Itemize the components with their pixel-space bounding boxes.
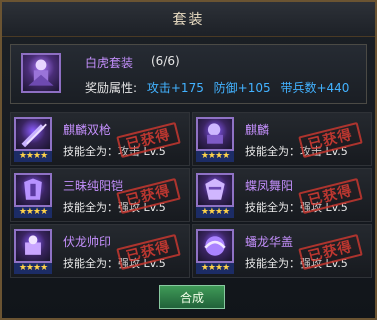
window-title: 套装 [2, 2, 375, 37]
armor-icon[interactable] [14, 173, 52, 207]
phoenix-armor-icon[interactable] [196, 173, 234, 207]
set-window: 套装 白虎套装 (6/6) 奖励属性: 攻击+175 防御+105 带兵数+44… [0, 0, 377, 320]
set-item-card[interactable]: ★★★★ 三昧纯阳铠 技能全为：强攻 Lv.5 已获得 [10, 168, 190, 222]
set-item-card[interactable]: ★★★★ 蝶凤舞阳 技能全为：强攻 Lv.5 已获得 [192, 168, 372, 222]
set-item-card[interactable]: ★★★★ 伏龙帅印 技能全为：强攻 Lv.5 已获得 [10, 224, 190, 278]
item-name: 伏龙帅印 [63, 235, 112, 249]
seal-icon[interactable] [14, 229, 52, 263]
set-item-card[interactable]: ★★★★ 蟠龙华盖 技能全为：强攻 Lv.5 已获得 [192, 224, 372, 278]
bonus-label: 奖励属性: [85, 81, 138, 95]
item-stars: ★★★★ [14, 263, 52, 274]
qilin-mount-icon[interactable] [196, 117, 234, 151]
item-name: 三昧纯阳铠 [63, 179, 124, 193]
set-count: (6/6) [151, 54, 180, 68]
bonus-troops: 带兵数+440 [280, 81, 350, 95]
set-bonuses: 奖励属性: 攻击+175 防御+105 带兵数+440 [85, 79, 349, 96]
set-summary-panel: 白虎套装 (6/6) 奖励属性: 攻击+175 防御+105 带兵数+440 [10, 44, 367, 104]
item-stars: ★★★★ [196, 263, 234, 274]
bonus-defense: 防御+105 [213, 81, 271, 95]
item-name: 麒麟 [245, 123, 270, 137]
item-name: 蝶凤舞阳 [245, 179, 294, 193]
item-stars: ★★★★ [196, 151, 234, 162]
item-name: 蟠龙华盖 [245, 235, 294, 249]
white-tiger-set-icon[interactable] [21, 53, 61, 93]
set-item-card[interactable]: ★★★★ 麒麟 技能全为：攻击 Lv.5 已获得 [192, 112, 372, 166]
set-item-card[interactable]: ★★★★ 麒麟双枪 技能全为：攻击 Lv.5 已获得 [10, 112, 190, 166]
bonus-attack: 攻击+175 [146, 81, 204, 95]
dual-spear-icon[interactable] [14, 117, 52, 151]
set-name: 白虎套装 [85, 56, 134, 70]
item-stars: ★★★★ [14, 207, 52, 218]
synthesize-button[interactable]: 合成 [159, 285, 225, 309]
item-stars: ★★★★ [196, 207, 234, 218]
item-name: 麒麟双枪 [63, 123, 112, 137]
item-stars: ★★★★ [14, 151, 52, 162]
dragon-canopy-icon[interactable] [196, 229, 234, 263]
